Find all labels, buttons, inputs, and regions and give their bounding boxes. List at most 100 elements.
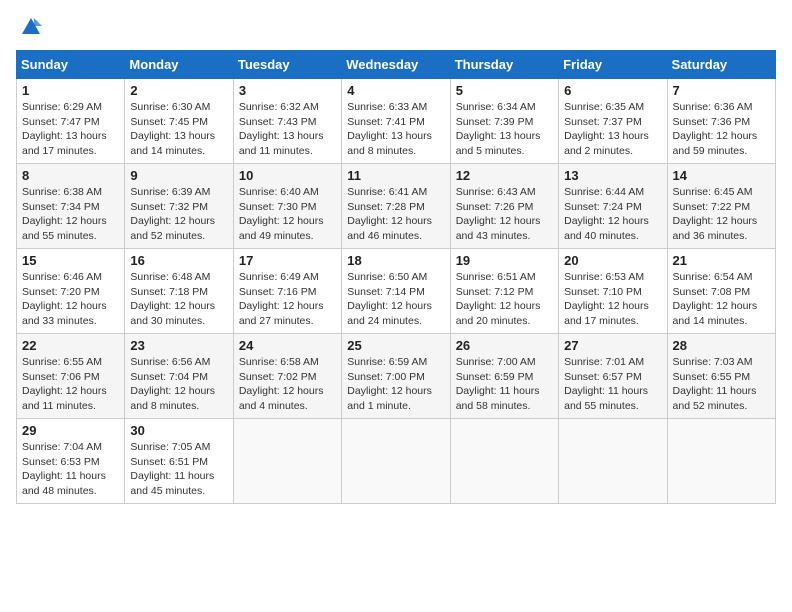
calendar-cell: 9 Sunrise: 6:39 AMSunset: 7:32 PMDaylight…: [125, 164, 233, 249]
day-number: 15: [22, 253, 119, 268]
day-info: Sunrise: 6:41 AMSunset: 7:28 PMDaylight:…: [347, 185, 444, 244]
calendar-cell: 21 Sunrise: 6:54 AMSunset: 7:08 PMDayligh…: [667, 249, 775, 334]
day-info: Sunrise: 6:32 AMSunset: 7:43 PMDaylight:…: [239, 100, 336, 159]
calendar-cell: 23 Sunrise: 6:56 AMSunset: 7:04 PMDayligh…: [125, 334, 233, 419]
day-number: 13: [564, 168, 661, 183]
day-info: Sunrise: 6:54 AMSunset: 7:08 PMDaylight:…: [673, 270, 770, 329]
calendar-cell: [342, 419, 450, 504]
day-info: Sunrise: 6:35 AMSunset: 7:37 PMDaylight:…: [564, 100, 661, 159]
week-row-5: 29 Sunrise: 7:04 AMSunset: 6:53 PMDayligh…: [17, 419, 776, 504]
calendar-cell: 28 Sunrise: 7:03 AMSunset: 6:55 PMDayligh…: [667, 334, 775, 419]
day-number: 7: [673, 83, 770, 98]
day-number: 21: [673, 253, 770, 268]
day-number: 27: [564, 338, 661, 353]
calendar-cell: 10 Sunrise: 6:40 AMSunset: 7:30 PMDayligh…: [233, 164, 341, 249]
day-info: Sunrise: 6:51 AMSunset: 7:12 PMDaylight:…: [456, 270, 553, 329]
week-row-4: 22Sunrise: 6:55 AMSunset: 7:06 PMDayligh…: [17, 334, 776, 419]
day-number: 17: [239, 253, 336, 268]
day-number: 9: [130, 168, 227, 183]
weekday-header-thursday: Thursday: [450, 51, 558, 79]
day-number: 10: [239, 168, 336, 183]
day-info: Sunrise: 6:38 AMSunset: 7:34 PMDaylight:…: [22, 185, 119, 244]
weekday-header-sunday: Sunday: [17, 51, 125, 79]
day-number: 29: [22, 423, 119, 438]
weekday-header-friday: Friday: [559, 51, 667, 79]
calendar-cell: 27 Sunrise: 7:01 AMSunset: 6:57 PMDayligh…: [559, 334, 667, 419]
day-info: Sunrise: 6:49 AMSunset: 7:16 PMDaylight:…: [239, 270, 336, 329]
weekday-header-row: SundayMondayTuesdayWednesdayThursdayFrid…: [17, 51, 776, 79]
day-info: Sunrise: 7:04 AMSunset: 6:53 PMDaylight:…: [22, 440, 119, 499]
day-number: 1: [22, 83, 119, 98]
calendar-cell: 17 Sunrise: 6:49 AMSunset: 7:16 PMDayligh…: [233, 249, 341, 334]
day-info: Sunrise: 6:40 AMSunset: 7:30 PMDaylight:…: [239, 185, 336, 244]
day-number: 24: [239, 338, 336, 353]
calendar-cell: 30 Sunrise: 7:05 AMSunset: 6:51 PMDayligh…: [125, 419, 233, 504]
day-info: Sunrise: 6:43 AMSunset: 7:26 PMDaylight:…: [456, 185, 553, 244]
day-number: 28: [673, 338, 770, 353]
calendar-cell: 16 Sunrise: 6:48 AMSunset: 7:18 PMDayligh…: [125, 249, 233, 334]
day-number: 6: [564, 83, 661, 98]
day-info: Sunrise: 6:46 AMSunset: 7:20 PMDaylight:…: [22, 270, 119, 329]
day-number: 14: [673, 168, 770, 183]
day-info: Sunrise: 6:39 AMSunset: 7:32 PMDaylight:…: [130, 185, 227, 244]
day-number: 19: [456, 253, 553, 268]
day-number: 16: [130, 253, 227, 268]
day-info: Sunrise: 7:03 AMSunset: 6:55 PMDaylight:…: [673, 355, 770, 414]
calendar-cell: 20 Sunrise: 6:53 AMSunset: 7:10 PMDayligh…: [559, 249, 667, 334]
day-number: 3: [239, 83, 336, 98]
calendar-cell: 22Sunrise: 6:55 AMSunset: 7:06 PMDayligh…: [17, 334, 125, 419]
weekday-header-tuesday: Tuesday: [233, 51, 341, 79]
day-info: Sunrise: 7:01 AMSunset: 6:57 PMDaylight:…: [564, 355, 661, 414]
day-info: Sunrise: 6:58 AMSunset: 7:02 PMDaylight:…: [239, 355, 336, 414]
calendar-cell: 1 Sunrise: 6:29 AMSunset: 7:47 PMDaylight…: [17, 79, 125, 164]
calendar-cell: 4 Sunrise: 6:33 AMSunset: 7:41 PMDaylight…: [342, 79, 450, 164]
day-info: Sunrise: 6:48 AMSunset: 7:18 PMDaylight:…: [130, 270, 227, 329]
calendar-cell: 2 Sunrise: 6:30 AMSunset: 7:45 PMDaylight…: [125, 79, 233, 164]
calendar-cell: [233, 419, 341, 504]
weekday-header-wednesday: Wednesday: [342, 51, 450, 79]
day-info: Sunrise: 6:50 AMSunset: 7:14 PMDaylight:…: [347, 270, 444, 329]
day-number: 20: [564, 253, 661, 268]
calendar-cell: [450, 419, 558, 504]
calendar-cell: 29 Sunrise: 7:04 AMSunset: 6:53 PMDayligh…: [17, 419, 125, 504]
day-number: 12: [456, 168, 553, 183]
calendar-cell: 12 Sunrise: 6:43 AMSunset: 7:26 PMDayligh…: [450, 164, 558, 249]
calendar-cell: 26Sunrise: 7:00 AMSunset: 6:59 PMDayligh…: [450, 334, 558, 419]
calendar-cell: [667, 419, 775, 504]
day-info: Sunrise: 6:56 AMSunset: 7:04 PMDaylight:…: [130, 355, 227, 414]
calendar-cell: 18 Sunrise: 6:50 AMSunset: 7:14 PMDayligh…: [342, 249, 450, 334]
day-number: 5: [456, 83, 553, 98]
day-info: Sunrise: 6:29 AMSunset: 7:47 PMDaylight:…: [22, 100, 119, 159]
calendar-cell: [559, 419, 667, 504]
day-info: Sunrise: 6:30 AMSunset: 7:45 PMDaylight:…: [130, 100, 227, 159]
day-info: Sunrise: 6:45 AMSunset: 7:22 PMDaylight:…: [673, 185, 770, 244]
day-number: 26: [456, 338, 553, 353]
week-row-2: 8 Sunrise: 6:38 AMSunset: 7:34 PMDaylight…: [17, 164, 776, 249]
calendar-cell: 24 Sunrise: 6:58 AMSunset: 7:02 PMDayligh…: [233, 334, 341, 419]
day-number: 11: [347, 168, 444, 183]
week-row-1: 1 Sunrise: 6:29 AMSunset: 7:47 PMDaylight…: [17, 79, 776, 164]
day-info: Sunrise: 6:53 AMSunset: 7:10 PMDaylight:…: [564, 270, 661, 329]
calendar-cell: 6 Sunrise: 6:35 AMSunset: 7:37 PMDaylight…: [559, 79, 667, 164]
day-number: 23: [130, 338, 227, 353]
weekday-header-monday: Monday: [125, 51, 233, 79]
calendar-cell: 7 Sunrise: 6:36 AMSunset: 7:36 PMDaylight…: [667, 79, 775, 164]
day-info: Sunrise: 6:33 AMSunset: 7:41 PMDaylight:…: [347, 100, 444, 159]
calendar-cell: 19 Sunrise: 6:51 AMSunset: 7:12 PMDayligh…: [450, 249, 558, 334]
day-number: 30: [130, 423, 227, 438]
day-number: 8: [22, 168, 119, 183]
calendar-cell: 13 Sunrise: 6:44 AMSunset: 7:24 PMDayligh…: [559, 164, 667, 249]
calendar-cell: 3 Sunrise: 6:32 AMSunset: 7:43 PMDaylight…: [233, 79, 341, 164]
day-number: 2: [130, 83, 227, 98]
calendar-cell: 25Sunrise: 6:59 AMSunset: 7:00 PMDayligh…: [342, 334, 450, 419]
day-number: 18: [347, 253, 444, 268]
day-number: 4: [347, 83, 444, 98]
day-info: Sunrise: 6:34 AMSunset: 7:39 PMDaylight:…: [456, 100, 553, 159]
logo-icon: [20, 16, 42, 38]
day-info: Sunrise: 6:44 AMSunset: 7:24 PMDaylight:…: [564, 185, 661, 244]
day-info: Sunrise: 6:59 AMSunset: 7:00 PMDaylight:…: [347, 355, 444, 414]
logo: [16, 16, 42, 38]
day-info: Sunrise: 6:36 AMSunset: 7:36 PMDaylight:…: [673, 100, 770, 159]
day-info: Sunrise: 7:05 AMSunset: 6:51 PMDaylight:…: [130, 440, 227, 499]
weekday-header-saturday: Saturday: [667, 51, 775, 79]
